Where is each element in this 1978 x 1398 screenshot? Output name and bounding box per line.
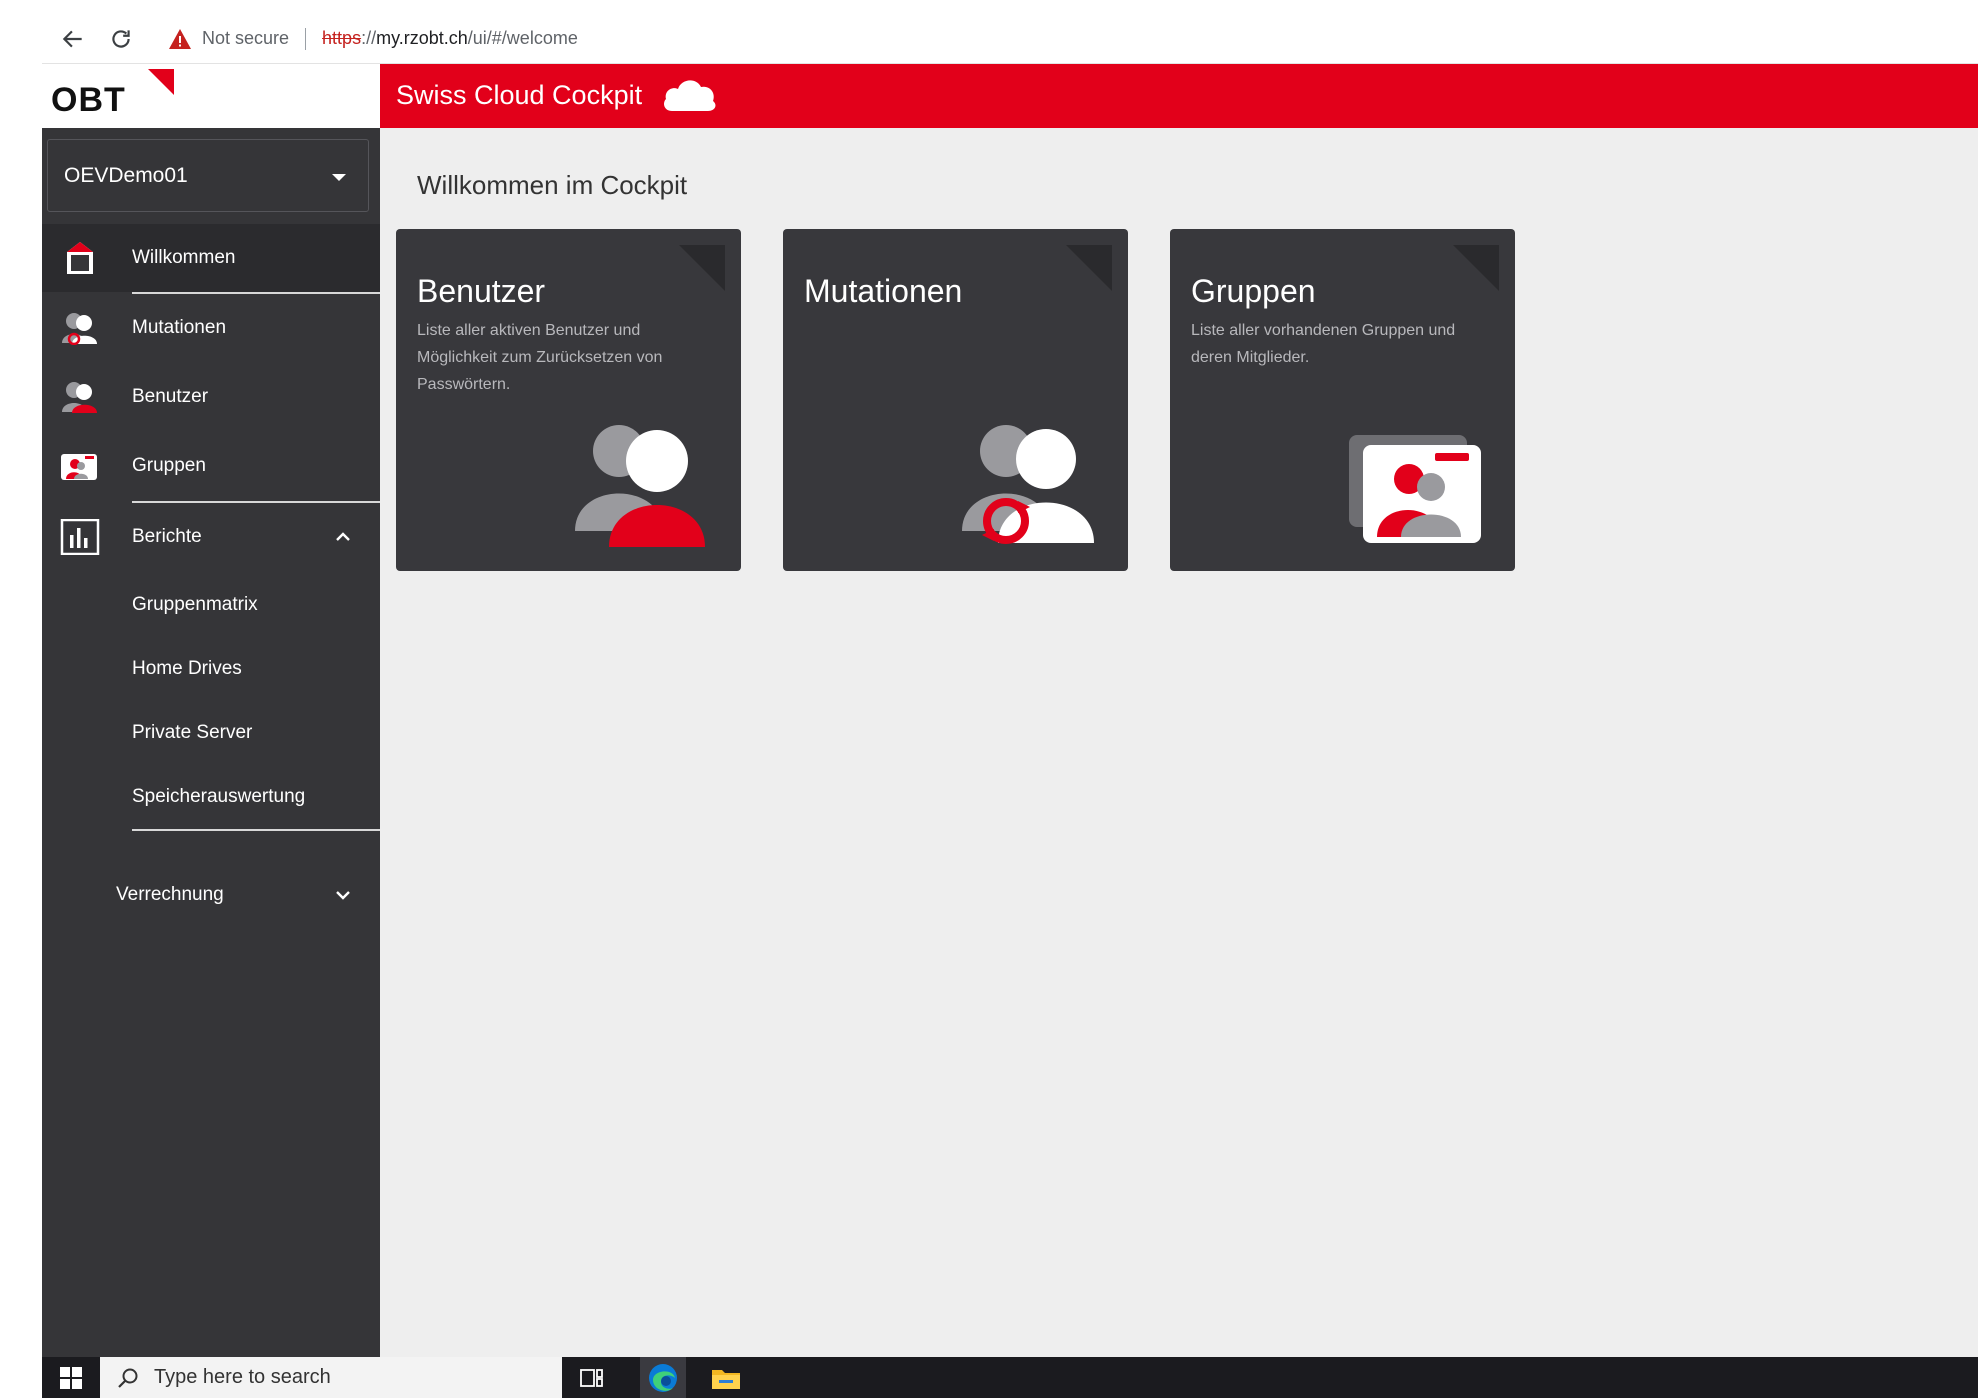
task-view-button[interactable] [574, 1361, 610, 1395]
tile-benutzer[interactable]: Benutzer Liste aller aktiven Benutzer un… [396, 229, 741, 571]
url-scheme: https [322, 28, 362, 48]
tenant-select[interactable]: OEVDemo01 [47, 139, 369, 212]
arrow-left-icon [62, 30, 82, 47]
sidebar-item-label: Gruppen [132, 455, 206, 476]
sidebar-item-label: Benutzer [132, 386, 209, 407]
reload-button[interactable] [104, 22, 138, 56]
tile-mutationen[interactable]: Mutationen [783, 229, 1128, 571]
logo-flag-icon [148, 69, 174, 95]
report-chart-icon [60, 517, 100, 557]
users-icon [575, 425, 705, 547]
user-sync-icon [60, 308, 100, 348]
report-item-home-drives[interactable]: Home Drives [132, 658, 242, 680]
chevron-up-icon [336, 532, 350, 541]
page-title: Willkommen im Cockpit [417, 170, 688, 200]
sidebar-item-willkommen[interactable]: Willkommen [42, 224, 380, 292]
tile-title: Benutzer [417, 273, 546, 309]
report-item-speicherauswertung[interactable]: Speicherauswertung [132, 786, 305, 808]
logo[interactable]: OBT [42, 64, 380, 128]
app-header: Swiss Cloud Cockpit [380, 64, 1978, 128]
tenant-value: OEVDemo01 [64, 163, 188, 187]
windows-icon [60, 1366, 82, 1389]
not-secure-label[interactable]: Not secure [202, 28, 289, 49]
tile-corner-icon [1066, 245, 1112, 291]
back-button[interactable] [56, 22, 90, 56]
group-card-icon [1349, 435, 1481, 543]
sidebar-item-gruppen[interactable]: Gruppen [42, 432, 380, 500]
report-item-gruppenmatrix[interactable]: Gruppenmatrix [132, 594, 258, 616]
tile-title: Mutationen [804, 273, 963, 309]
app-title: Swiss Cloud Cockpit [396, 80, 643, 110]
sidebar-item-benutzer[interactable]: Benutzer [42, 363, 380, 431]
search-placeholder: Type here to search [154, 1366, 331, 1388]
user-sync-icon [962, 425, 1094, 544]
logo-text: OBT [51, 81, 126, 119]
file-explorer-button[interactable] [708, 1361, 744, 1395]
sidebar-item-label: Mutationen [132, 317, 227, 338]
search-icon [118, 1368, 138, 1388]
browser-toolbar: Not secure https :// my.rzobt.ch /ui/#/w… [42, 14, 1978, 64]
edge-icon [649, 1363, 677, 1392]
tile-description: Liste aller aktiven Benutzer und Möglich… [417, 322, 663, 393]
address-bar[interactable]: Not secure https :// my.rzobt.ch /ui/#/w… [168, 20, 578, 58]
warning-icon [169, 28, 191, 49]
sidebar-item-verrechnung[interactable]: Verrechnung [42, 861, 380, 929]
caret-down-icon [332, 174, 346, 181]
tile-title: Gruppen [1191, 273, 1316, 309]
tile-corner-icon [1453, 245, 1499, 291]
taskbar-search-input[interactable]: Type here to search [100, 1357, 562, 1398]
group-card-icon [60, 446, 100, 486]
main-content: Willkommen im Cockpit Benutzer Liste all… [380, 128, 1978, 1357]
url-host: my.rzobt.ch [376, 28, 468, 48]
chevron-down-icon [336, 891, 350, 900]
sidebar-item-mutationen[interactable]: Mutationen [42, 294, 380, 362]
tile-gruppen[interactable]: Gruppen Liste aller vorhandenen Gruppen … [1170, 229, 1515, 571]
home-icon [60, 238, 100, 278]
url-scheme-sep: :// [361, 28, 377, 48]
edge-app-button[interactable] [640, 1357, 686, 1398]
divider [132, 829, 380, 831]
sidebar: OBT OEVDemo01 Willkommen Mutationen Benu… [42, 64, 380, 1357]
omnibox-separator [305, 27, 307, 50]
sidebar-item-berichte[interactable]: Berichte [42, 503, 380, 571]
url-path: /ui/#/welcome [467, 28, 578, 48]
sidebar-item-label: Willkommen [132, 247, 236, 268]
folder-icon [712, 1370, 740, 1389]
taskbar: Type here to search [42, 1357, 1978, 1398]
sidebar-item-label: Verrechnung [116, 884, 224, 905]
tile-corner-icon [679, 245, 725, 291]
tile-description: Liste aller vorhandenen Gruppen und dere… [1191, 322, 1456, 366]
sidebar-item-label: Berichte [132, 526, 202, 547]
report-item-private-server[interactable]: Private Server [132, 722, 252, 744]
task-view-icon [580, 1369, 603, 1387]
reload-icon [112, 29, 130, 48]
user-icon [60, 377, 100, 417]
start-button[interactable] [42, 1357, 100, 1398]
cloud-icon [664, 80, 716, 111]
